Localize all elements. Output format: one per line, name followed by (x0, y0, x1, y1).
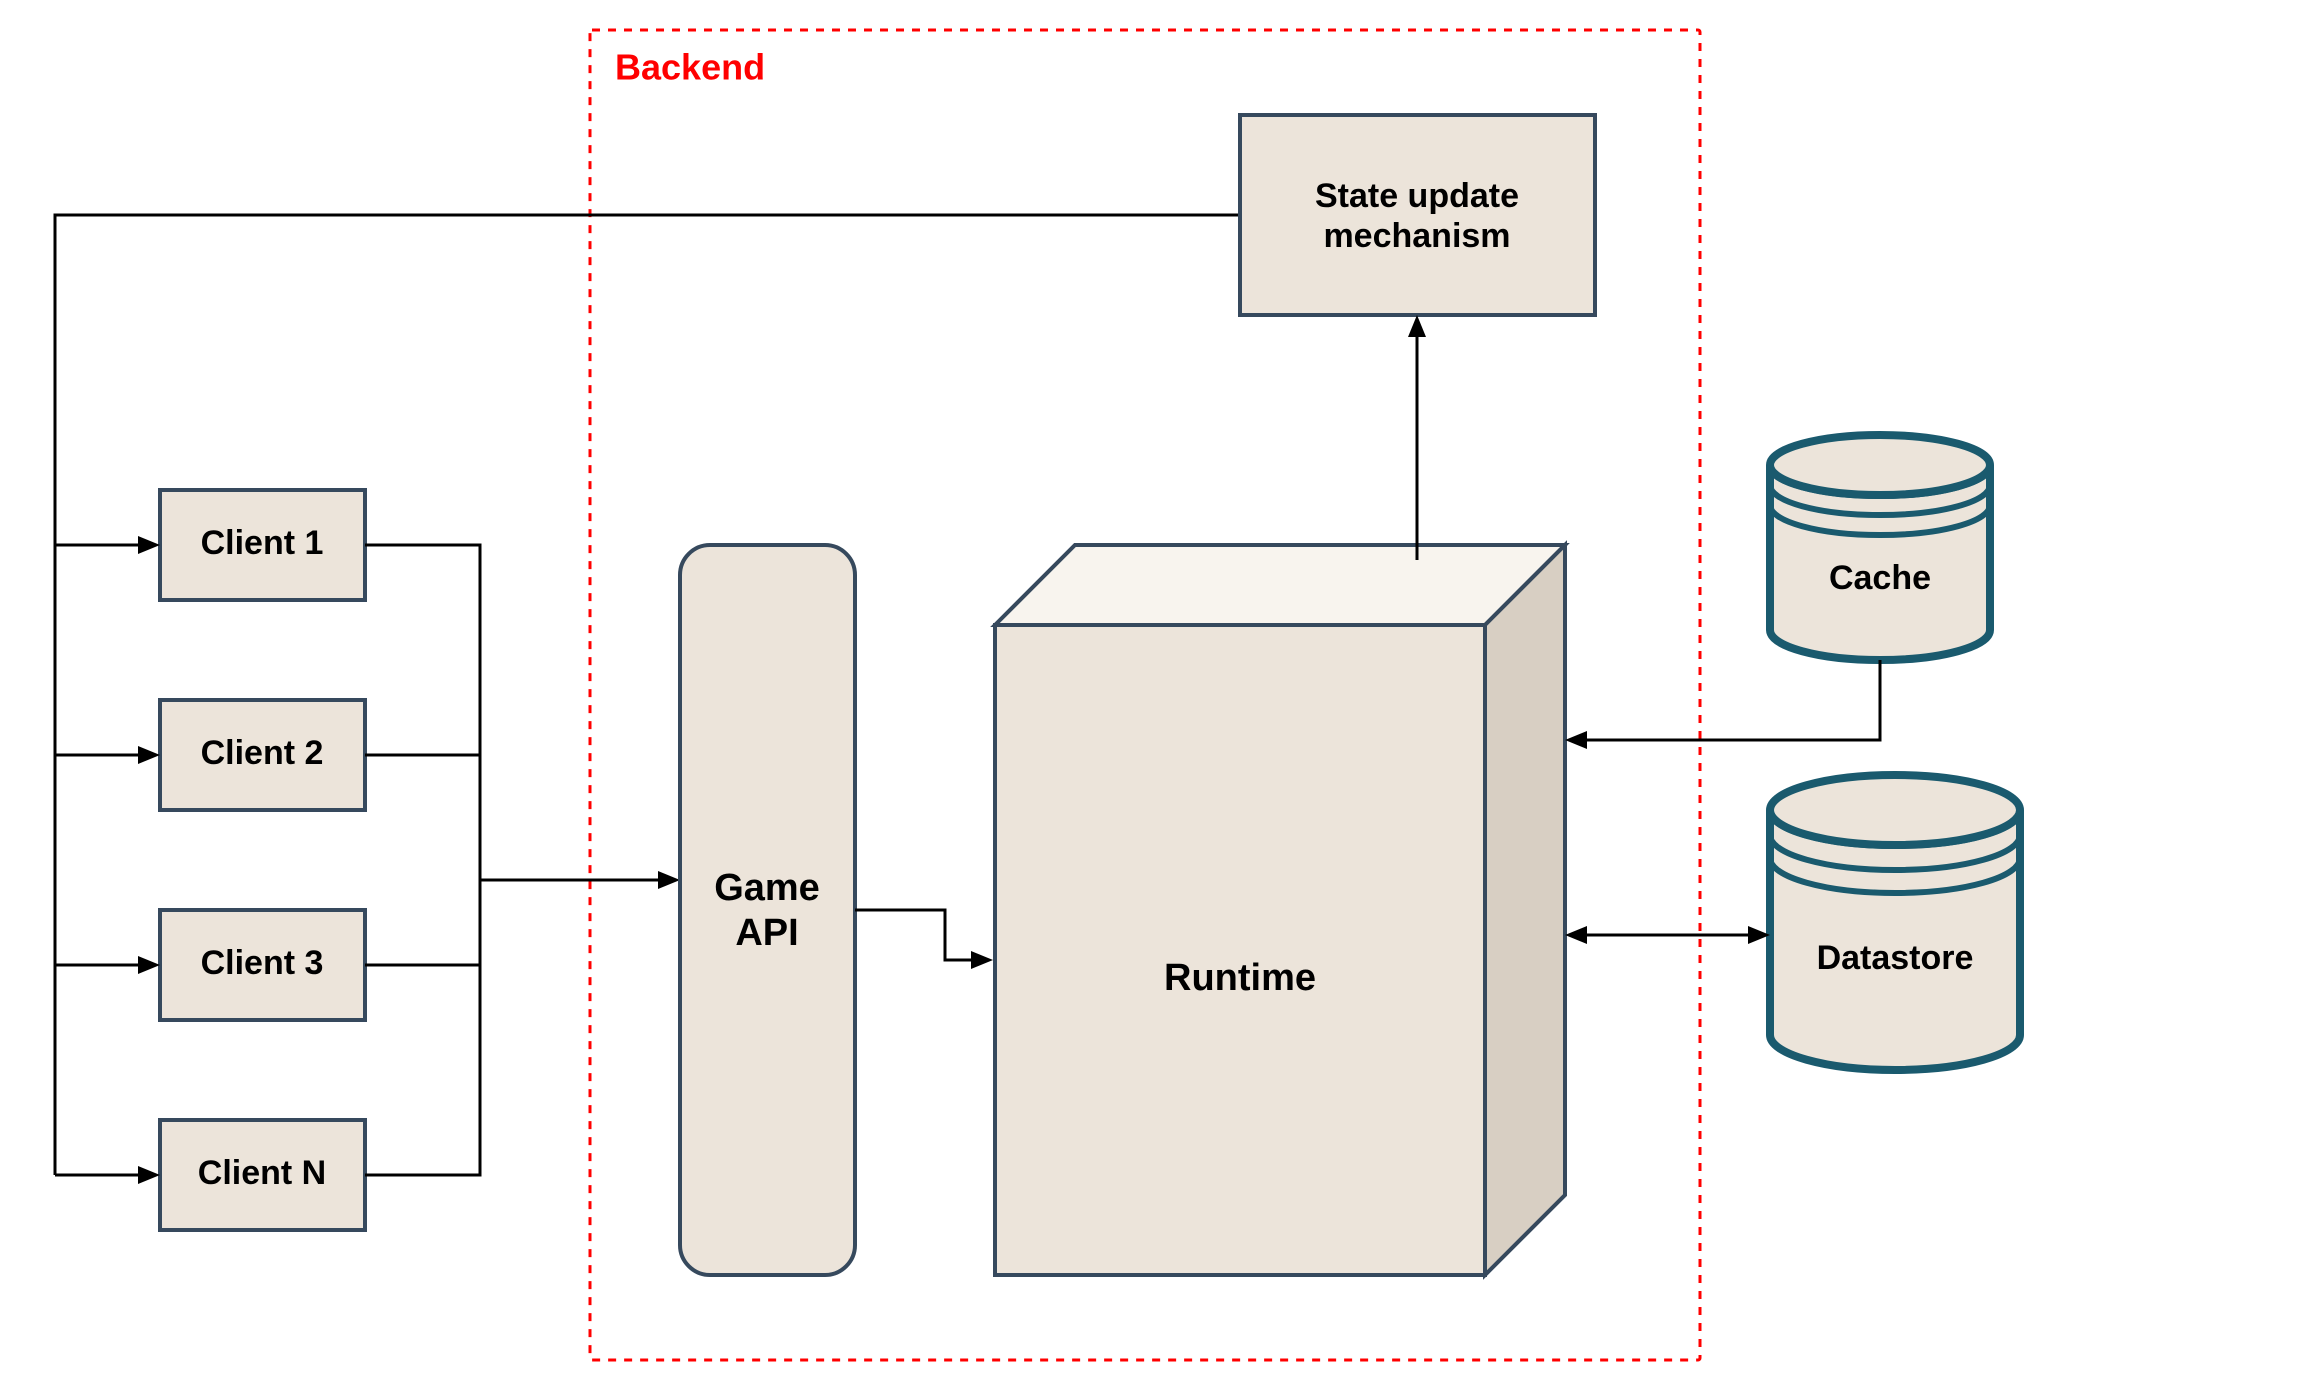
client-1-label: Client 1 (201, 524, 324, 562)
client-1-box: Client 1 (160, 490, 365, 600)
client-2-box: Client 2 (160, 700, 365, 810)
runtime-cube: Runtime (995, 545, 1565, 1275)
edge-runtime-datastore (1565, 926, 1770, 944)
game-api-label-line1: Game (714, 867, 820, 909)
edge-runtime-to-stateupdate (1408, 315, 1426, 560)
edge-cache-to-runtime (1565, 660, 1880, 749)
architecture-diagram: Backend Client 1 Client 2 Client 3 Clien… (0, 0, 2317, 1388)
client-n-box: Client N (160, 1120, 365, 1230)
client-n-label: Client N (198, 1154, 326, 1192)
client-3-box: Client 3 (160, 910, 365, 1020)
cache-label: Cache (1829, 559, 1931, 597)
backend-label: Backend (615, 47, 765, 88)
client-3-label: Client 3 (201, 944, 324, 982)
client-2-label: Client 2 (201, 734, 324, 772)
datastore-cylinder: Datastore (1770, 775, 2020, 1070)
game-api-box: Game API (680, 545, 855, 1275)
edge-clients-to-gameapi (365, 545, 680, 1175)
state-update-box: State update mechanism (1240, 115, 1595, 315)
state-update-label-line1: State update (1315, 177, 1519, 215)
datastore-label: Datastore (1817, 939, 1974, 977)
edge-gameapi-to-runtime (855, 910, 993, 969)
state-update-label-line2: mechanism (1323, 217, 1510, 255)
cache-cylinder: Cache (1770, 435, 1990, 660)
runtime-label: Runtime (1164, 957, 1316, 999)
game-api-label-line2: API (735, 912, 798, 954)
